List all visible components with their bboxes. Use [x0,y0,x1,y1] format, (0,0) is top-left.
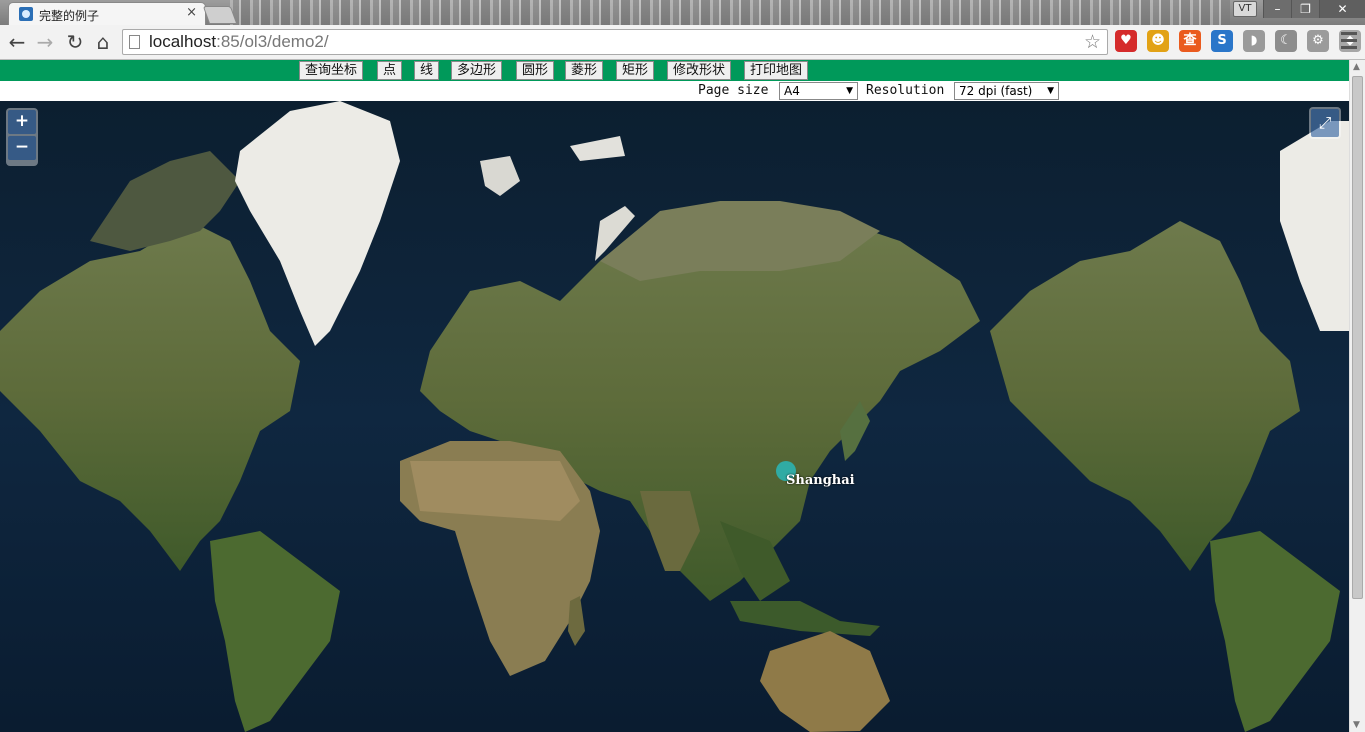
resolution-value: 72 dpi (fast) [959,84,1033,98]
person-extension-icon[interactable]: ☻ [1147,30,1169,52]
resolution-select[interactable]: 72 dpi (fast) ▼ [954,82,1059,100]
gear-extension-icon[interactable]: ⚙ [1307,30,1329,52]
tool-button-bar: 查询坐标点线多边形 圆形 菱形 矩形 修改形状 打印地图 [0,60,1349,81]
tool-button-3[interactable]: 多边形 [451,61,503,80]
back-arrow-icon[interactable]: ← [4,30,30,54]
fullscreen-control: ⤢ [1309,107,1341,139]
window-controls: – ❐ ✕ [1263,0,1365,20]
s-extension-icon[interactable]: S [1211,30,1233,52]
sahara [410,461,580,521]
tab-close-icon[interactable]: × [186,5,197,20]
url-text[interactable]: localhost:85/ol3/demo2/ [149,32,329,52]
moon-extension-icon[interactable]: ☾ [1275,30,1297,52]
zoom-out-button[interactable]: − [8,136,36,160]
tool-button-2[interactable]: 线 [414,61,440,80]
scroll-down-arrow-icon[interactable]: ▼ [1353,720,1360,730]
browser-toolbar: ← → ↻ ⌂ localhost:85/ol3/demo2/ ☆ ♥ ☻ 查 S ◗ ☾… [0,25,1365,60]
vertical-scrollbar[interactable]: ▲ ▼ [1349,60,1365,732]
title-bar-background [230,0,1230,25]
fullscreen-button[interactable]: ⤢ [1311,109,1339,137]
close-window-button[interactable]: ✕ [1319,0,1365,18]
forward-arrow-icon[interactable]: → [32,30,58,54]
dropdown-arrow-icon: ▼ [1047,86,1054,96]
bookmark-star-icon[interactable]: ☆ [1084,31,1101,53]
dropdown-arrow-icon: ▼ [846,86,853,96]
map-viewport[interactable]: Shanghai + − ⤢ [0,101,1349,732]
translate-extension-icon[interactable]: 查 [1179,30,1201,52]
page-icon [129,35,140,49]
minimize-button[interactable]: – [1263,0,1291,18]
scroll-up-arrow-icon[interactable]: ▲ [1353,62,1360,72]
heart-extension-icon[interactable]: ♥ [1115,30,1137,52]
satellite-basemap [0,101,1349,732]
browser-tab[interactable]: 完整的例子 × [8,2,206,25]
tool-button-4[interactable]: 圆形 [516,61,555,80]
shield-extension-icon[interactable]: ◗ [1243,30,1265,52]
maximize-button[interactable]: ❐ [1291,0,1319,18]
tool-button-7[interactable]: 修改形状 [667,61,732,80]
title-bar: 完整的例子 × VT – ❐ ✕ [0,0,1365,25]
reload-icon[interactable]: ↻ [62,30,88,54]
address-bar[interactable]: localhost:85/ol3/demo2/ ☆ [122,29,1108,55]
home-icon[interactable]: ⌂ [90,30,116,54]
scrollbar-thumb[interactable] [1352,76,1363,599]
page-size-label: Page size [698,83,769,98]
zoom-in-button[interactable]: + [8,110,36,134]
user-profile-badge[interactable]: VT [1233,1,1257,17]
url-host: localhost [149,32,217,51]
tool-button-6[interactable]: 矩形 [616,61,655,80]
shanghai-label: Shanghai [786,473,855,488]
print-options-row: Page size A4 ▼ Resolution 72 dpi (fast) … [0,81,1349,101]
url-path: :85/ol3/demo2/ [216,32,329,51]
tool-button-0[interactable]: 查询坐标 [299,61,364,80]
zoom-control: + − [6,108,38,166]
page-content: 查询坐标点线多边形 圆形 菱形 矩形 修改形状 打印地图 Page size A4 ▼ R… [0,60,1349,732]
resolution-label: Resolution [866,83,945,98]
page-size-value: A4 [784,84,800,98]
tool-button-8[interactable]: 打印地图 [744,61,809,80]
globe-favicon-icon [19,7,33,21]
tool-button-1[interactable]: 点 [377,61,403,80]
page-size-select[interactable]: A4 ▼ [779,82,858,100]
tool-button-5[interactable]: 菱形 [565,61,604,80]
tab-title: 完整的例子 [39,9,100,23]
menu-icon[interactable] [1341,32,1357,50]
